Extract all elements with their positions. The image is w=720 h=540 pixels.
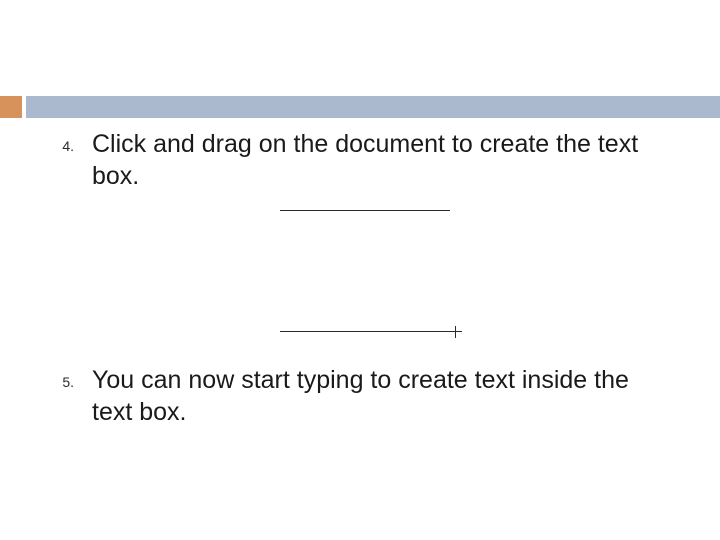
list-text: You can now start typing to create text … (92, 364, 672, 428)
title-accent-block (0, 96, 22, 118)
list-number: 4. (40, 128, 92, 154)
drag-end-line (280, 331, 450, 332)
slide: 4. Click and drag on the document to cre… (0, 0, 720, 540)
list-item: 4. Click and drag on the document to cre… (40, 128, 672, 192)
list-item: 5. You can now start typing to create te… (40, 364, 672, 428)
drag-start-line (280, 210, 450, 211)
crosshair-cursor-icon (450, 326, 462, 338)
textbox-drag-illustration (280, 210, 460, 338)
title-bar (0, 96, 720, 118)
list-text: Click and drag on the document to create… (92, 128, 672, 192)
list-number: 5. (40, 364, 92, 390)
title-main-bar (26, 96, 720, 118)
